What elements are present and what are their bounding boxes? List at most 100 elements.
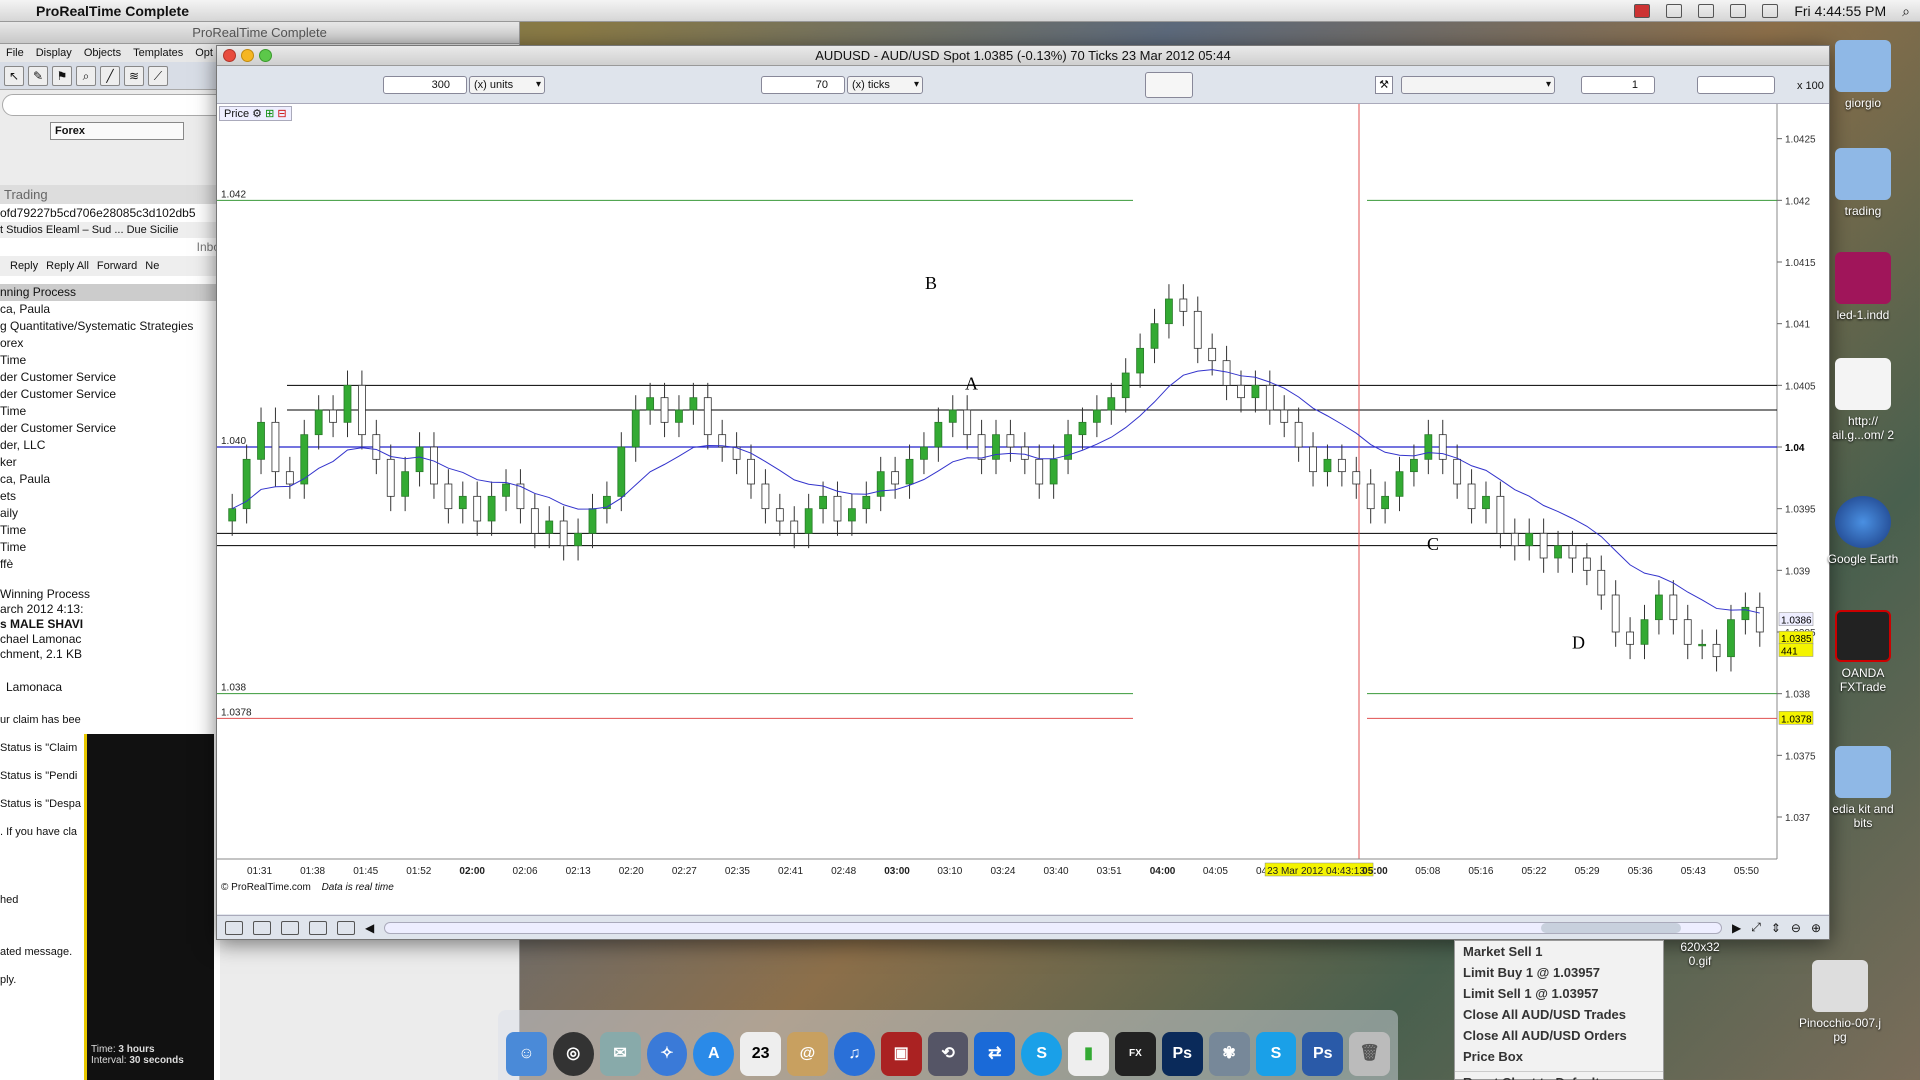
- time-machine-icon[interactable]: [1666, 4, 1683, 18]
- photo-booth-icon[interactable]: ▣: [880, 1032, 922, 1076]
- trend-icon[interactable]: ⟋: [148, 66, 168, 86]
- zoom-window-icon[interactable]: [259, 49, 272, 62]
- list-item[interactable]: der Customer Service: [0, 420, 220, 437]
- list-item[interactable]: ker: [0, 454, 220, 471]
- desktop-folder-media[interactable]: edia kit and bits: [1818, 746, 1908, 830]
- tools-icon[interactable]: ⚒: [1375, 76, 1393, 94]
- mail-tabs[interactable]: t Studios Eleaml – Sud ... Due Sicilie: [0, 222, 220, 238]
- skype-icon[interactable]: S: [1021, 1032, 1063, 1076]
- units-stepper[interactable]: 300: [383, 76, 467, 94]
- preview-icon[interactable]: ✾: [1208, 1032, 1250, 1076]
- stocks-app-icon[interactable]: ▮: [1068, 1032, 1109, 1076]
- skype-alt-icon[interactable]: S: [1255, 1032, 1297, 1076]
- dashboard-icon[interactable]: ◎: [552, 1032, 594, 1076]
- list-item[interactable]: der Customer Service: [0, 369, 220, 386]
- qty-input[interactable]: [1697, 76, 1775, 94]
- order-menu-item[interactable]: Price Box: [1455, 1046, 1663, 1067]
- minimize-icon[interactable]: [241, 49, 254, 62]
- finder-icon[interactable]: ☺: [506, 1032, 547, 1076]
- fxtrade-dock-icon[interactable]: FX: [1114, 1032, 1156, 1076]
- order-menu-item[interactable]: Close All AUD/USD Trades: [1455, 1004, 1663, 1025]
- list-item[interactable]: nning Process: [0, 284, 220, 301]
- list-item[interactable]: der Customer Service: [0, 386, 220, 403]
- order-menu-item[interactable]: Limit Sell 1 @ 1.03957: [1455, 983, 1663, 1004]
- mail-icon[interactable]: ✉: [599, 1032, 641, 1076]
- menu-file[interactable]: File: [6, 44, 24, 62]
- order-menu-item[interactable]: Limit Buy 1 @ 1.03957: [1455, 962, 1663, 983]
- cursor-icon[interactable]: ↖: [4, 66, 24, 86]
- forward-button[interactable]: Forward: [97, 260, 137, 272]
- price-chart[interactable]: Price ⚙ ⊞ ⊟ 1.0425 1.042 1.0415 1.041 1.0405…: [217, 104, 1829, 914]
- list-item[interactable]: orex: [0, 335, 220, 352]
- tools-select[interactable]: [1401, 76, 1555, 94]
- trash-icon[interactable]: 🗑: [1349, 1032, 1391, 1076]
- fit-icon[interactable]: ⤢: [1751, 920, 1761, 935]
- list-item[interactable]: Time: [0, 522, 220, 539]
- list-item[interactable]: der, LLC: [0, 437, 220, 454]
- line-icon[interactable]: ╱: [100, 66, 120, 86]
- reply-button[interactable]: Reply: [10, 260, 38, 272]
- list-icon[interactable]: [309, 920, 327, 935]
- list-item[interactable]: Time: [0, 403, 220, 420]
- new-button[interactable]: Ne: [145, 260, 159, 272]
- clock[interactable]: Fri 4:44:55 PM: [1794, 3, 1886, 19]
- desktop-folder-giorgio[interactable]: giorgio: [1818, 40, 1908, 110]
- safari-icon[interactable]: ✧: [646, 1032, 688, 1076]
- stocks-icon[interactable]: [1634, 4, 1651, 18]
- bluetooth-icon[interactable]: [1698, 4, 1715, 18]
- horizontal-scrollbar[interactable]: [384, 921, 1722, 934]
- scroll-right-icon[interactable]: ▶: [1732, 921, 1741, 935]
- list-item[interactable]: aily: [0, 505, 220, 522]
- menu-options[interactable]: Opt: [195, 44, 213, 62]
- list-item[interactable]: Time: [0, 352, 220, 369]
- photoshop-icon[interactable]: Ps: [1161, 1032, 1203, 1076]
- list-item[interactable]: g Quantitative/Systematic Strategies: [0, 318, 220, 335]
- app-name[interactable]: ProRealTime Complete: [36, 3, 189, 19]
- desktop-file-indd[interactable]: led-1.indd: [1818, 252, 1908, 322]
- order-menu-item[interactable]: Close All AUD/USD Orders: [1455, 1025, 1663, 1046]
- desktop-app-fxtrade[interactable]: OANDA FXTrade: [1818, 610, 1908, 694]
- zoom-icon[interactable]: ⌕: [76, 66, 96, 86]
- menu-templates[interactable]: Templates: [133, 44, 183, 62]
- menu-display[interactable]: Display: [36, 44, 72, 62]
- list-item[interactable]: ca, Paula: [0, 471, 220, 488]
- scissors-icon[interactable]: [281, 920, 299, 935]
- teamviewer-icon[interactable]: ⇄: [974, 1032, 1016, 1076]
- order-menu-item[interactable]: Market Sell 1: [1455, 941, 1663, 962]
- market-select[interactable]: Forex: [50, 122, 184, 140]
- list-item[interactable]: ets: [0, 488, 220, 505]
- list-item[interactable]: ca, Paula: [0, 301, 220, 318]
- zoom-out-icon[interactable]: ⊖: [1791, 921, 1801, 935]
- contacts-icon[interactable]: @: [787, 1032, 828, 1076]
- itunes-icon[interactable]: ♫: [833, 1032, 875, 1076]
- app-store-icon[interactable]: A: [693, 1032, 735, 1076]
- calendar-icon[interactable]: 23: [740, 1032, 782, 1076]
- menu-objects[interactable]: Objects: [84, 44, 121, 62]
- print-icon[interactable]: [253, 920, 271, 935]
- list-item[interactable]: ffè: [0, 556, 220, 573]
- qty-stepper[interactable]: 1: [1581, 76, 1655, 94]
- fib-icon[interactable]: ≋: [124, 66, 144, 86]
- scrollbar-thumb[interactable]: [1540, 922, 1681, 933]
- list-item[interactable]: Time: [0, 539, 220, 556]
- table-icon[interactable]: [337, 920, 355, 935]
- desktop-file-pinocchio[interactable]: Pinocchio-007.j pg: [1780, 960, 1900, 1044]
- chart-svg[interactable]: 1.0425 1.042 1.0415 1.041 1.0405 1.04 1.0395 1.…: [217, 104, 1829, 914]
- photoshop-alt-icon[interactable]: Ps: [1302, 1032, 1344, 1076]
- ticks-stepper[interactable]: 70: [761, 76, 845, 94]
- desktop-folder-trading[interactable]: trading: [1818, 148, 1908, 218]
- search-icon[interactable]: ⌕: [1902, 3, 1910, 20]
- email-icon[interactable]: [225, 920, 243, 935]
- chart-type-icon[interactable]: [1145, 72, 1193, 98]
- wifi-icon[interactable]: [1730, 4, 1747, 18]
- reply-all-button[interactable]: Reply All: [46, 260, 89, 272]
- ruler-icon[interactable]: ✎: [28, 66, 48, 86]
- desktop-app-earth[interactable]: Google Earth: [1818, 496, 1908, 566]
- zoom-in-icon[interactable]: ⊕: [1811, 921, 1821, 935]
- order-menu-item[interactable]: Reset Chart to Default: [1455, 1071, 1663, 1080]
- alert-icon[interactable]: ⚑: [52, 66, 72, 86]
- remote-icon[interactable]: ⟲: [927, 1032, 969, 1076]
- desktop-file-gif[interactable]: 620x32 0.gif: [1660, 940, 1740, 968]
- autoscale-icon[interactable]: ⇕: [1771, 921, 1781, 935]
- volume-icon[interactable]: [1762, 4, 1779, 18]
